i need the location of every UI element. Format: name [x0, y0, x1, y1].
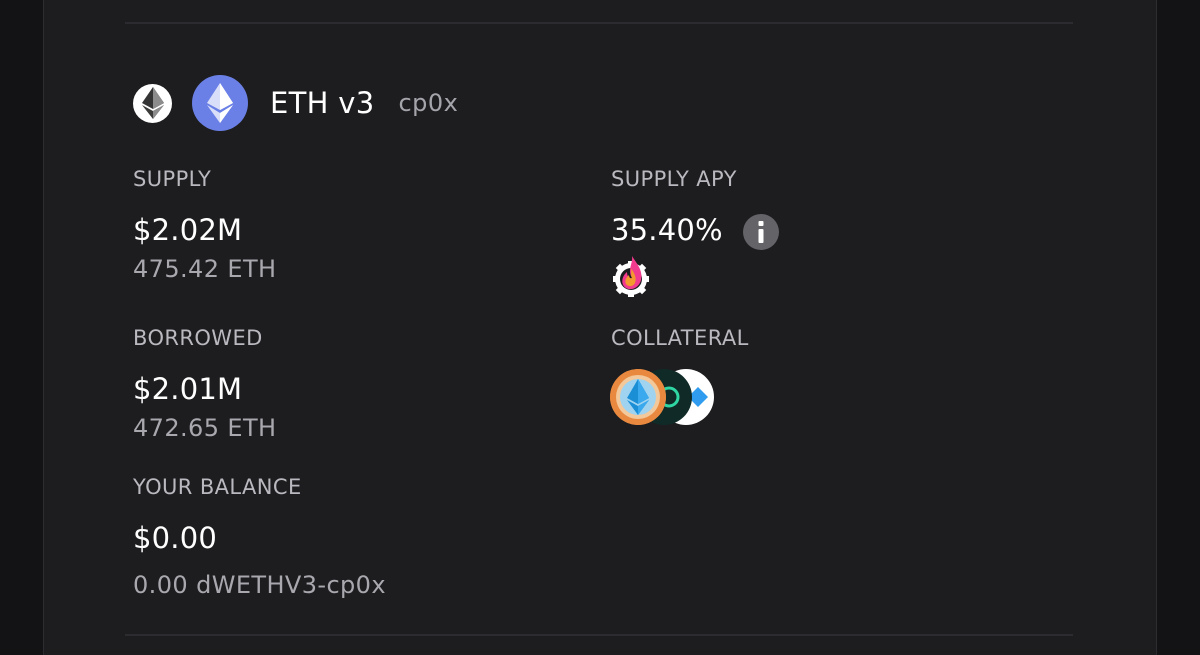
collateral-label: COLLATERAL	[611, 326, 749, 350]
vault-title[interactable]: ETH v3	[270, 86, 374, 120]
supply-apy-label: SUPPLY APY	[611, 167, 737, 191]
supply-apy-value: 35.40%	[611, 213, 723, 247]
borrowed-label: BORROWED	[133, 326, 263, 350]
supply-label: SUPPLY	[133, 167, 212, 191]
borrowed-usd: $2.01M	[133, 372, 243, 406]
flame-gear-reward-icon[interactable]	[611, 254, 651, 298]
balance-usd: $0.00	[133, 521, 218, 555]
borrowed-amount: 472.65 ETH	[133, 414, 277, 442]
curator-name[interactable]: cp0x	[398, 89, 458, 117]
supply-usd: $2.02M	[133, 213, 243, 247]
top-divider	[125, 22, 1073, 24]
ethereum-chain-icon	[133, 83, 172, 123]
eth-token-icon	[192, 75, 248, 131]
balance-label: YOUR BALANCE	[133, 475, 302, 499]
info-icon[interactable]	[743, 214, 779, 250]
collateral-icons[interactable]	[610, 369, 720, 427]
supply-amount: 475.42 ETH	[133, 255, 277, 283]
vault-header[interactable]: ETH v3 cp0x	[133, 75, 458, 131]
eth-lst-token-icon[interactable]	[610, 369, 666, 425]
bottom-divider	[125, 634, 1073, 636]
balance-amount: 0.00 dWETHV3-cp0x	[133, 571, 386, 599]
